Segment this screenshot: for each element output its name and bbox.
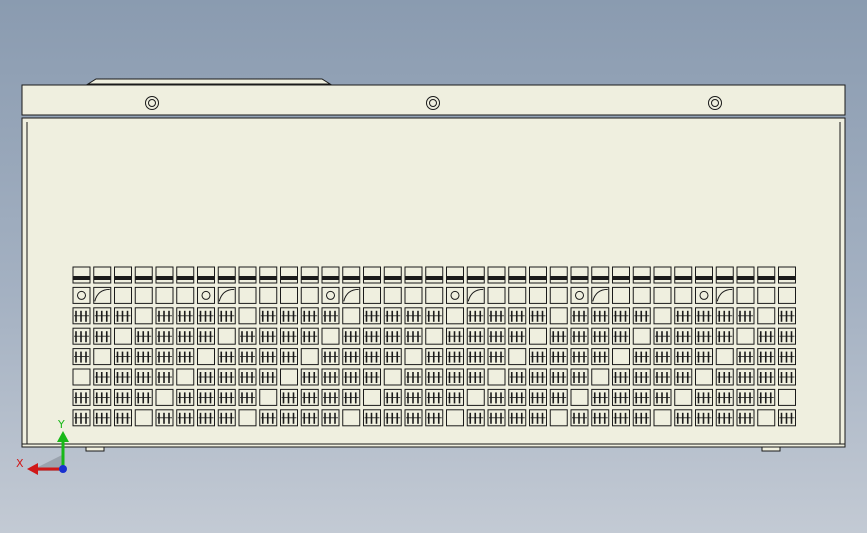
foot-left (85, 446, 105, 452)
vent-louver (73, 276, 90, 280)
vent-louver (405, 276, 422, 280)
vent-louver (322, 276, 339, 280)
vent-louver (197, 276, 215, 280)
vent-louver (612, 276, 630, 280)
vent-louver (737, 276, 754, 280)
vent-louver (93, 276, 111, 280)
triad-x-label: X (16, 457, 24, 470)
vent-louver (218, 276, 236, 280)
vent-louver (176, 276, 194, 280)
screw-center (426, 96, 440, 110)
vent-louver (135, 276, 153, 280)
vent-louver (446, 276, 464, 280)
vent-louver (488, 276, 505, 280)
triad-y-label: Y (57, 418, 65, 431)
vent-louver (259, 276, 277, 280)
vent-louver (695, 276, 713, 280)
vent-louver (363, 276, 381, 280)
triad-z-axis (59, 465, 67, 473)
vent-louver (591, 276, 609, 280)
screw-left (145, 96, 159, 110)
cad-viewport[interactable]: X Y (0, 0, 867, 533)
foot-right (761, 446, 781, 452)
vent-louver (550, 276, 568, 280)
vent-louver (301, 276, 319, 280)
top-rail (86, 78, 332, 85)
vent-louver (156, 276, 173, 280)
triad-x-arrowhead (27, 463, 38, 475)
vent-louver (633, 276, 651, 280)
vent-louver (757, 276, 775, 280)
vent-louver (654, 276, 671, 280)
vent-louver (342, 276, 360, 280)
vent-louver (425, 276, 443, 280)
vent-louver (716, 276, 734, 280)
screw-right (708, 96, 722, 110)
vent-louver (778, 276, 796, 280)
vent-louver (280, 276, 298, 280)
vent-louver (529, 276, 547, 280)
vent-louver (467, 276, 485, 280)
vent-louver (114, 276, 132, 280)
vent-louver (508, 276, 526, 280)
vent-louver (674, 276, 692, 280)
vent-louver (571, 276, 588, 280)
vent-louver (384, 276, 402, 280)
vent-louver (239, 276, 256, 280)
